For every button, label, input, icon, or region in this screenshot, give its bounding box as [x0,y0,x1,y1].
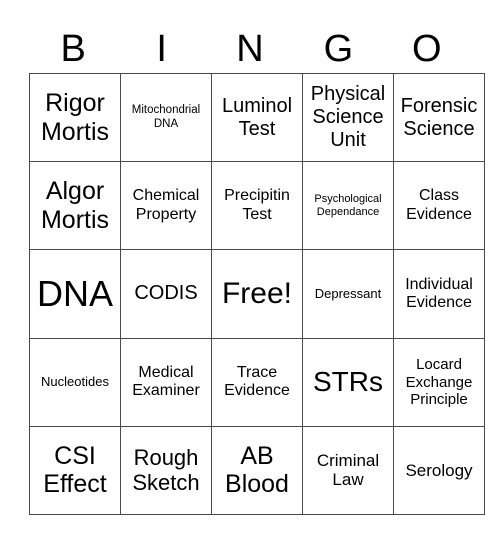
bingo-cell[interactable]: Criminal Law [302,425,394,516]
bingo-cell[interactable]: Mitochondrial DNA [120,72,212,163]
bingo-cell[interactable]: Luminol Test [211,72,303,163]
header-letter-o: O [412,28,442,70]
bingo-cell[interactable]: Rigor Mortis [29,72,121,163]
bingo-cell[interactable]: Individual Evidence [393,249,485,339]
bingo-cell[interactable]: Forensic Science [393,72,485,163]
bingo-cell[interactable]: Algor Mortis [29,161,121,251]
bingo-cell[interactable]: Precipitin Test [211,161,303,251]
bingo-cell[interactable]: Depressant [302,249,394,339]
free-space-cell[interactable]: Free! [211,249,303,339]
bingo-cell[interactable]: DNA [29,249,121,339]
bingo-cell[interactable]: CODIS [120,249,212,339]
grid-row: Algor Mortis Chemical Property Precipiti… [29,161,485,251]
grid-row: Rigor Mortis Mitochondrial DNA Luminol T… [29,72,485,163]
bingo-cell[interactable]: Serology [393,425,485,516]
bingo-grid: Rigor Mortis Mitochondrial DNA Luminol T… [29,72,485,516]
bingo-cell[interactable]: Medical Examiner [120,337,212,427]
grid-row: CSI Effect Rough Sketch AB Blood Crimina… [29,425,485,516]
header-letter-g: G [323,28,354,70]
header-letter-i: I [156,28,167,70]
bingo-cell[interactable]: Chemical Property [120,161,212,251]
bingo-cell[interactable]: CSI Effect [29,425,121,516]
grid-row: DNA CODIS Free! Depressant Individual Ev… [29,249,485,339]
header-letter-n: N [236,28,264,70]
grid-row: Nucleotides Medical Examiner Trace Evide… [29,337,485,427]
bingo-cell[interactable]: Physical Science Unit [302,72,394,163]
bingo-cell[interactable]: Trace Evidence [211,337,303,427]
bingo-cell[interactable]: Class Evidence [393,161,485,251]
header-letter-b: B [60,28,86,70]
bingo-cell[interactable]: Nucleotides [29,337,121,427]
bingo-cell[interactable]: Locard Exchange Principle [393,337,485,427]
bingo-cell[interactable]: Psychological Dependance [302,161,394,251]
bingo-cell[interactable]: STRs [302,337,394,427]
bingo-cell[interactable]: Rough Sketch [120,425,212,516]
bingo-header: B I N G O [29,26,471,72]
bingo-cell[interactable]: AB Blood [211,425,303,516]
